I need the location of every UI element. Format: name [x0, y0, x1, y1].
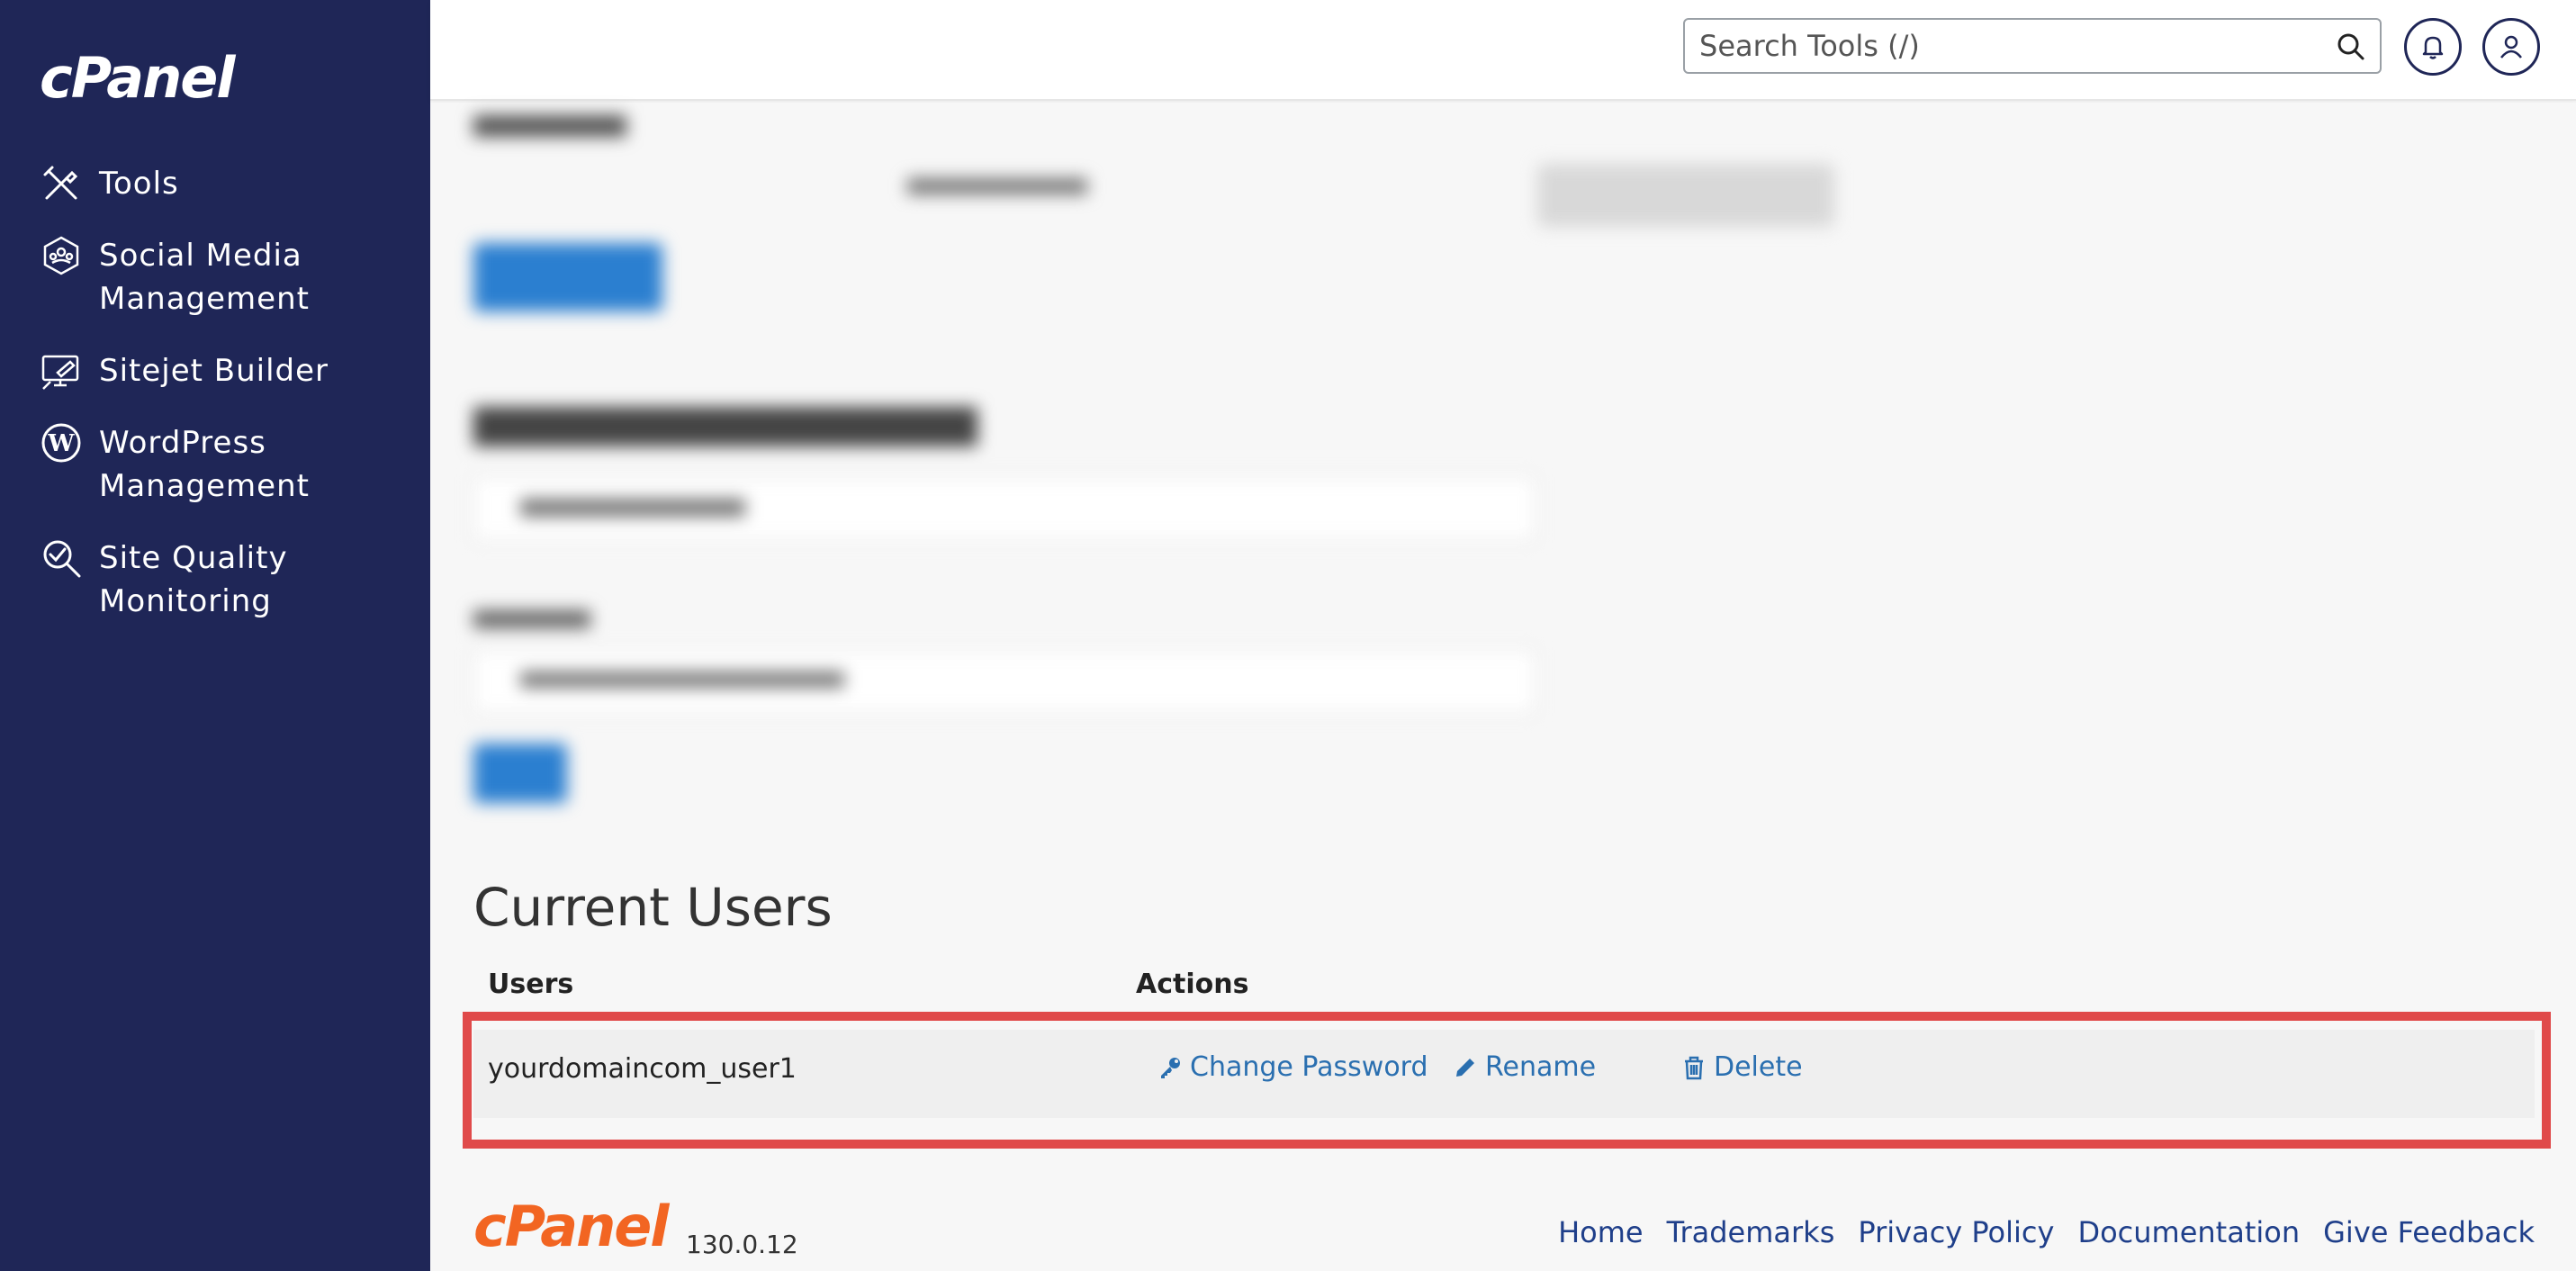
- blurred-button: [473, 744, 567, 803]
- social-media-icon: [43, 236, 79, 275]
- user-icon: [2500, 35, 2522, 59]
- column-header-users: Users: [488, 969, 574, 1000]
- sidebar-item-wordpress[interactable]: W WordPress Management: [40, 421, 418, 508]
- top-header: [430, 0, 2576, 101]
- wordpress-icon: W: [41, 423, 81, 463]
- footer: cPanel 130.0.12 Home Trademarks Privacy …: [430, 1183, 2576, 1271]
- sidebar-item-label: Social Media Management: [99, 238, 310, 317]
- notifications-button[interactable]: [2404, 18, 2462, 76]
- blurred-heading: [473, 407, 977, 446]
- footer-link-home[interactable]: Home: [1558, 1215, 1644, 1249]
- svg-text:W: W: [47, 430, 75, 457]
- footer-links: Home Trademarks Privacy Policy Documenta…: [1558, 1215, 2535, 1249]
- bell-icon: [2422, 36, 2444, 59]
- footer-link-documentation[interactable]: Documentation: [2077, 1215, 2300, 1249]
- footer-cpanel-logo[interactable]: cPanel: [473, 1194, 670, 1259]
- sidebar-item-label: Sitejet Builder: [99, 353, 329, 389]
- blurred-heading: [473, 115, 626, 137]
- search-icon[interactable]: [2337, 32, 2365, 61]
- sidebar-item-label: WordPress Management: [99, 425, 310, 504]
- sidebar: cPanel Tools Social Media Management Sit…: [0, 0, 430, 1271]
- sidebar-item-site-quality[interactable]: Site Quality Monitoring: [40, 536, 418, 623]
- sidebar-nav: Tools Social Media Management Sitejet Bu…: [40, 162, 418, 652]
- blurred-badge: [1537, 164, 1834, 227]
- user-menu-button[interactable]: [2482, 18, 2540, 76]
- search-input[interactable]: [1685, 20, 2315, 72]
- blurred-button: [473, 243, 662, 311]
- sidebar-item-label: Tools: [99, 166, 179, 202]
- footer-link-privacy-policy[interactable]: Privacy Policy: [1858, 1215, 2054, 1249]
- search-box[interactable]: [1683, 18, 2382, 74]
- footer-link-give-feedback[interactable]: Give Feedback: [2323, 1215, 2535, 1249]
- site-quality-icon: [43, 540, 81, 578]
- sidebar-item-sitejet[interactable]: Sitejet Builder: [40, 349, 418, 392]
- tools-icon: [43, 166, 78, 200]
- blurred-text: [520, 672, 844, 688]
- blurred-label: [473, 610, 590, 628]
- sidebar-item-social-media[interactable]: Social Media Management: [40, 234, 418, 320]
- blurred-text: [907, 178, 1087, 194]
- footer-link-trademarks[interactable]: Trademarks: [1667, 1215, 1835, 1249]
- blurred-text: [520, 499, 745, 517]
- current-users-title: Current Users: [473, 877, 833, 938]
- sidebar-item-tools[interactable]: Tools: [40, 162, 418, 205]
- sidebar-item-label: Site Quality Monitoring: [99, 540, 288, 619]
- column-header-actions: Actions: [1136, 969, 1249, 1000]
- cpanel-logo[interactable]: cPanel: [40, 45, 236, 111]
- blurred-content: [430, 103, 2576, 823]
- main-content: Current Users Users Actions yourdomainco…: [430, 103, 2576, 1271]
- version-label: 130.0.12: [686, 1230, 798, 1259]
- sitejet-icon: [41, 355, 79, 390]
- row-highlight-box: [463, 1012, 2551, 1149]
